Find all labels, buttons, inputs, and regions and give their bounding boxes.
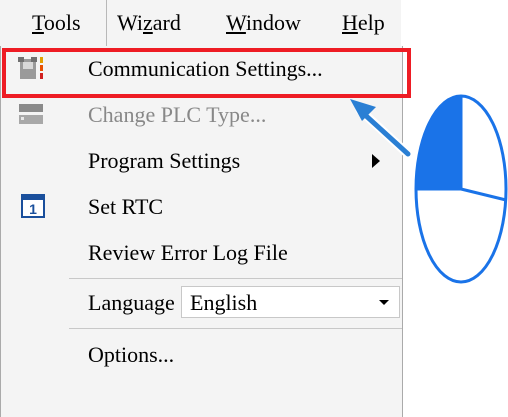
menu-window[interactable]: Window — [226, 9, 301, 37]
menu-divider — [106, 0, 107, 46]
click-callout — [350, 94, 508, 284]
menu-item-label: Program Settings — [88, 148, 241, 173]
dropdown-arrow-icon — [379, 300, 389, 305]
menu-item-label: Options... — [88, 342, 175, 367]
svg-text:1: 1 — [29, 201, 37, 217]
menu-item-label: Language — [88, 290, 175, 315]
menu-bar: Tools Wizard Window Help — [0, 0, 401, 47]
plc-type-icon — [19, 104, 43, 124]
menu-help[interactable]: Help — [342, 9, 385, 37]
menu-separator — [69, 328, 402, 329]
pointer-arrow-icon — [350, 99, 413, 159]
menu-wizard[interactable]: Wizard — [117, 9, 181, 37]
calendar-icon: 1 — [21, 194, 45, 218]
mouse-left-click-icon — [414, 94, 508, 284]
menu-tools[interactable]: Tools — [32, 9, 81, 37]
menu-item-label: Review Error Log File — [88, 240, 288, 265]
menu-item-label: Set RTC — [88, 194, 164, 219]
menu-item-label: Change PLC Type... — [88, 102, 267, 127]
language-select-value: English — [190, 290, 258, 315]
menu-item-options[interactable]: Options... — [1, 332, 402, 378]
